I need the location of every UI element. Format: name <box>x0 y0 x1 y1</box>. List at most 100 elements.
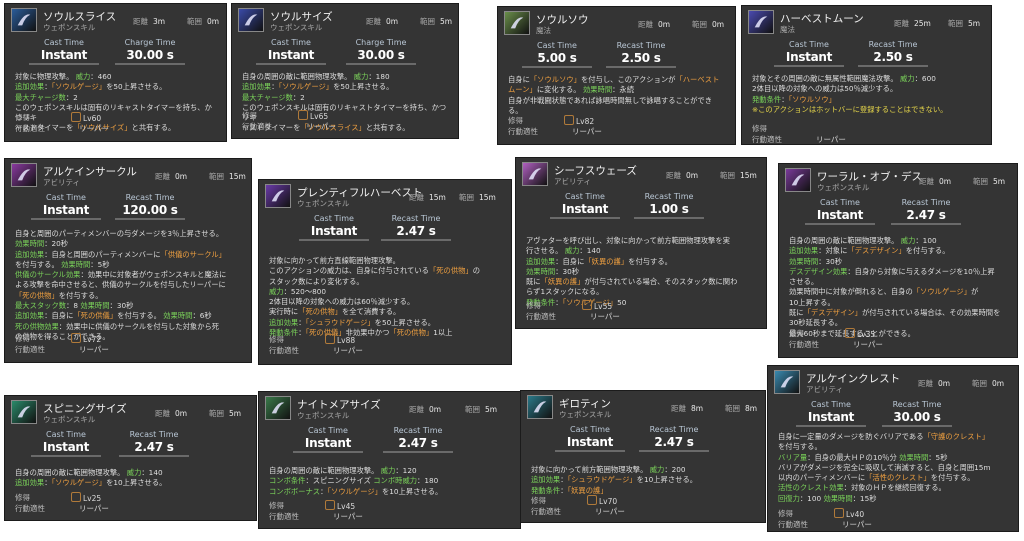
description-segment: 対象とその周囲の敵に無属性範囲魔法攻撃。 <box>752 74 901 83</box>
time-row: Cast Time 5.00 s Recast Time 2.50 s <box>498 41 735 71</box>
description-line: させる。 <box>789 277 1007 287</box>
learned-label: 修得 <box>269 501 284 510</box>
tooltip-soulsow: ソウルソウ 魔法 距離 0m 範囲 0m Cast Time 5.00 s Recast Tim… <box>497 6 736 145</box>
description-segment: 自身の周囲の敵に範囲物理攻撃。 <box>789 236 901 245</box>
tooltip-header: ソウルサイズ ウェポンスキル 距離 0m 範囲 5m <box>232 4 458 34</box>
range-readout: 距離 8m <box>671 403 703 414</box>
charge-time-block: Charge Time 30.00 s <box>109 38 191 65</box>
description-segment: バリアがダメージを完全に吸収して消滅すると、自身と周囲15m <box>778 462 991 472</box>
description-segment: 追加効果 <box>789 246 819 256</box>
range-label: 距離 <box>155 409 170 418</box>
learned-row: 修得 Lv45 <box>269 500 510 511</box>
description-line: 2体目以降の対象への威力は60％減少する。 <box>269 297 501 307</box>
range-readout: 距離 0m <box>638 19 670 30</box>
skill-description: 自身の周囲の敵に範囲物理攻撃。 威力：140 追加効果：「ソウルゲージ」を10上昇… <box>15 468 246 489</box>
description-segment: 追加効果 <box>531 475 561 485</box>
level-value: Lv60 <box>83 114 102 123</box>
description-line: 最大チャージ数：2 <box>242 93 448 103</box>
affinity-row: 行動適性 リーパー <box>789 339 1007 350</box>
description-segment: 活性のクレスト効果 <box>778 483 844 493</box>
cast-time-block: Cast Time Instant <box>790 400 872 427</box>
cast-time-block: Cast Time Instant <box>293 214 375 241</box>
description-line: コンボ条件：スピニングサイズ コンボ時威力：180 <box>269 476 510 486</box>
description-line: 追加効果：自身と周囲のパーティメンバーに「供儀のサークル」 <box>15 250 241 260</box>
level-requirement: Lv45 <box>325 500 355 511</box>
skill-icon <box>265 396 291 420</box>
learned-label: 修得 <box>15 334 30 343</box>
job-crest-icon <box>582 300 592 310</box>
radius-readout: 範囲 0m <box>187 16 219 27</box>
skill-icon <box>527 395 553 419</box>
tooltip-nightmare-scythe: ナイトメアサイズ ウェポンスキル 距離 0m 範囲 5m Cast Time Instant R… <box>258 391 521 529</box>
learned-row: 修得 Lv35 <box>789 328 1007 339</box>
skill-category: アビリティ <box>43 178 81 187</box>
cast-time-block: Cast Time Instant <box>25 193 107 220</box>
radius-readout: 範囲 5m <box>973 176 1005 187</box>
description-segment: 供儀のサークル効果 <box>15 270 81 280</box>
description-segment: 自身の周囲の敵に範囲物理攻撃。 <box>15 468 127 477</box>
description-segment: ：自身の最大ＨＰの10％分 <box>807 452 900 462</box>
description-segment: を付与する。 <box>58 290 103 300</box>
description-segment: 効果時間 <box>582 85 613 95</box>
description-segment: よる攻撃を命中させると、供儀のサークルを付与したリーパーに <box>15 280 226 290</box>
skill-category: ウェポンスキル <box>43 415 96 424</box>
description-segment: 威力 <box>380 466 396 475</box>
range-readout: 距離 3m <box>133 16 165 27</box>
recast-time-value: 1.00 s <box>634 202 704 219</box>
description-segment: ：2 <box>65 92 78 102</box>
recast-time-block: Recast Time 2.47 s <box>375 214 457 241</box>
description-segment: 威力 <box>649 465 665 474</box>
description-segment: 自身の周囲の敵に範囲物理攻撃。 <box>269 466 381 475</box>
radius-readout: 範囲 5m <box>209 408 241 419</box>
description-line: 効果時間：20秒 <box>15 239 241 249</box>
level-requirement: Lv40 <box>834 508 864 519</box>
description-segment: 「妖異の護」 <box>540 277 585 287</box>
description-line: 追加効果：自身に「死の供儀」を付与する。 効果時間：6秒 <box>15 311 241 321</box>
job-role: リーパー <box>842 520 872 529</box>
description-segment: を付与し、このアクションが <box>580 75 676 84</box>
level-value: Lv70 <box>599 497 618 506</box>
description-segment: 「ソウルゲージ」 <box>278 82 334 92</box>
description-line: 追加効果：「ソウルゲージ」を50上昇させる。 <box>15 82 216 92</box>
description-segment: 「ソウルソウ」 <box>529 75 581 84</box>
tooltip-footer: 修得 Lv82 行動適性 リーパー <box>508 115 725 137</box>
description-segment: 追加効果 <box>269 317 299 327</box>
job-crest-icon <box>587 495 597 505</box>
range-value: 8m <box>691 404 704 413</box>
level-requirement: Lv70 <box>587 495 617 506</box>
time-row: Cast Time Instant Recast Time 30.00 s <box>768 400 1018 430</box>
job-role: リーパー <box>572 127 602 136</box>
radius-value: 15m <box>479 193 496 202</box>
description-line: よる攻撃を命中させると、供儀のサークルを付与したリーパーに <box>15 280 241 290</box>
description-segment: ：15秒 <box>852 493 877 503</box>
affinity-label: 行動適性 <box>242 122 272 131</box>
skill-description: 自身の周囲の敵に範囲物理攻撃。 威力：120 コンボ条件：スピニングサイズ コンボ… <box>269 466 510 497</box>
job-role: リーパー <box>595 507 625 516</box>
affinity-row: 行動適性 リーパー <box>15 344 241 355</box>
cast-time-label: Cast Time <box>570 425 610 434</box>
cast-time-value: Instant <box>293 436 363 453</box>
job-role: リーパー <box>79 504 109 513</box>
description-segment: ：5秒 <box>928 452 948 462</box>
description-segment: ：自身と周囲のパーティメンバーに <box>44 249 161 259</box>
description-line: 自身が非戦闘状態であれば詠唱時間無しで詠唱することができ <box>508 96 725 106</box>
description-segment: 効果時間 <box>61 259 91 269</box>
affinity-label: 行動適性 <box>15 124 45 133</box>
learned-label: 修得 <box>778 509 793 518</box>
affinity-label: 行動適性 <box>752 135 782 144</box>
tooltip-footer: 修得 Lv40 行動適性 リーパー <box>778 508 1008 530</box>
skill-description: アヴァターを呼び出し、対象に向かって前方範囲物理攻撃を実 行させる。 威力：140… <box>526 236 756 308</box>
description-segment: 威力 <box>564 246 580 256</box>
description-line: バリアがダメージを完全に吸収して消滅すると、自身と周囲15m <box>778 463 1008 473</box>
description-segment: 対象に物理攻撃。 <box>15 72 76 81</box>
range-value: 0m <box>386 17 399 26</box>
skill-category: ウェポンスキル <box>297 411 350 420</box>
tooltip-footer: 修得 Lv55 行動適性 リーパー <box>526 300 756 322</box>
description-segment: ：5秒 <box>90 259 110 269</box>
cast-time-label: Cast Time <box>46 193 86 202</box>
description-segment: ：対象のＨＰを継続回復する。 <box>843 483 946 493</box>
radius-label: 範囲 <box>973 177 988 186</box>
tooltip-footer: 修得 Lv65 行動適性 リーパー <box>242 110 448 132</box>
skill-icon <box>785 168 811 192</box>
job-role: リーパー <box>306 122 336 131</box>
